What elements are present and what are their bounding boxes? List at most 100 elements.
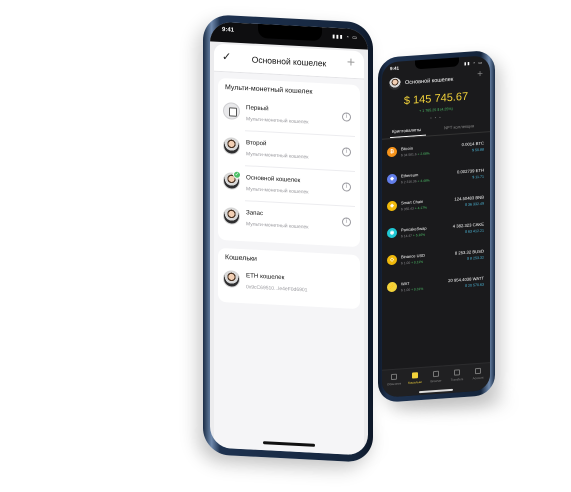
checkmark-badge-icon: ✓ [233,170,241,179]
asset-usd-value: $ 36 332.49 [465,201,484,207]
wallet-type: Мульти-монетный кошелек [246,186,309,196]
notch [415,57,459,70]
wallet-icon [412,372,418,379]
asset-change: + 0.11% [411,259,424,265]
asset-price-value: $ 1.00 [401,287,411,293]
coin-icon: ◈ [387,200,397,212]
coin-icon: ₿ [387,146,397,158]
nav-label: Browser [430,378,442,384]
account-icon [475,367,481,375]
status-icons: ▮▮ ◔ ▭ [464,59,483,66]
asset-name: PancakeSwap [401,225,427,233]
avatar [223,270,240,288]
nav-browser[interactable]: Browser [426,370,446,383]
avatar [223,137,240,155]
tab-nft[interactable]: NFT коллекция [444,123,474,130]
asset-name: Ethereum [401,172,419,179]
document-icon [223,102,240,120]
home-indicator [419,388,453,394]
wallet-row[interactable]: Запас Мульти-монетный кошелек i [223,201,355,242]
tab-crypto[interactable]: Криптовалюты [392,127,421,134]
wallet-row-active[interactable]: ✓ Основной кошелек Мульти-монетный кошел… [223,166,355,207]
asset-amount: 4 382.323 CAKE [452,221,484,229]
info-icon[interactable]: i [342,147,351,157]
plus-icon[interactable]: + [477,69,483,80]
info-icon[interactable]: i [342,182,351,192]
wallet-name: Основной кошелек [246,174,301,185]
asset-usd-value: $ 11.71 [472,174,484,180]
wallet-row[interactable]: ETH кошелек 0x9cC69510...le4eF0d6901 [223,264,355,305]
wallet-name: Запас [246,209,264,218]
asset-name: Bitcoin [401,145,414,152]
asset-price-value: $ 14.47 [401,233,412,239]
asset-change: + 4.48% [417,178,430,184]
nav-label: Кошельки [408,379,422,385]
wallet-type: Мульти-монетный кошелек [246,151,309,161]
info-icon[interactable]: i [342,112,351,122]
coin-icon: ◇ [387,254,397,266]
nav-account[interactable]: Account [468,367,488,380]
avatar[interactable] [389,77,401,91]
browser-icon [433,370,439,378]
status-time: 9:41 [222,26,235,34]
asset-price-value: $ 34 581.6 [401,152,417,158]
asset-change: + 0.31% [411,286,424,292]
status-icons: ▮▮▮ ◔ ▭ [332,33,358,42]
asset-usd-value: $ 50.88 [472,147,484,153]
asset-name: WAT [401,280,410,287]
asset-price-value: $ 2 316.36 [401,179,417,185]
coin-icon: ⚡ [387,281,397,293]
asset-price: $ 1.00 + 0.31% [401,287,423,293]
nav-label: Обменник [386,381,402,387]
asset-usd-value: $ 8 253.32 [467,255,484,261]
notch [258,23,322,42]
asset-price: $ 14.47 + 5.16% [401,233,425,239]
asset-change: + 2.68% [417,151,430,157]
wallet-row[interactable]: Первый Мульти-монетный кошелек i [223,96,355,137]
asset-amount: 0.002739 ETH [456,167,484,175]
wallet-address: 0x9cC69510...le4eF0d6901 [246,284,308,294]
transfer-icon [454,369,460,376]
asset-change: + 5.16% [412,232,426,238]
wallet-name: Второй [246,139,267,148]
asset-usd-value: $ 63 412.21 [465,228,484,234]
phone-dark-device: 9:41 ▮▮ ◔ ▭ Основной кошелек + $ 145 745… [378,49,495,403]
phone-light-device: 9:41 ▮▮▮ ◔ ▭ ✓ Основной кошелек + Мульти… [203,14,373,463]
asset-price: $ 34 581.6 + 2.68% [401,151,430,157]
asset-change: + 4.17% [414,205,427,211]
wallet-row[interactable]: Второй Мульти-монетный кошелек i [223,131,355,172]
coin-icon: ◉ [387,227,397,239]
info-icon[interactable]: i [342,217,351,227]
asset-amount: 8 253.32 BUSD [454,248,484,256]
asset-row[interactable]: ◈ Smart Chain $ 355.43 + 4.17% 124.50483 BN… [387,192,485,223]
sheet-header: ✓ Основной кошелек + [214,43,364,80]
multi-wallet-card: Мульти-монетный кошелек Первый Мульти-мо… [218,77,360,248]
section-title: Мульти-монетный кошелек [225,84,313,96]
plus-icon[interactable]: + [347,54,355,70]
asset-amount: 0.0014 BTC [461,140,484,148]
sheet-title: Основной кошелек [251,54,327,69]
asset-name: Smart Chain [401,198,424,206]
asset-row[interactable]: ₿ Bitcoin $ 34 581.6 + 2.68% 0.0014 BTC $ 50… [387,138,485,169]
nav-exchange[interactable]: Обменник [384,373,404,386]
phone-dark-screen: 9:41 ▮▮ ◔ ▭ Основной кошелек + $ 145 745… [382,55,490,398]
coin-icon: ◆ [387,173,397,185]
asset-price-value: $ 1.00 [401,260,411,266]
asset-amount: 124.50483 BNB [454,194,484,202]
asset-price-value: $ 355.43 [401,206,414,212]
nav-wallets[interactable]: Кошельки [405,372,425,385]
nav-transfers[interactable]: Transfers [447,369,467,382]
asset-row[interactable]: ⚡ WAT $ 1.00 + 0.31% 20 954.4038 WATT $ 20 5… [387,273,485,304]
asset-row[interactable]: ◇ Binance USD $ 1.00 + 0.11% 8 253.32 BUSD $… [387,246,485,277]
asset-usd-value: $ 20 570.63 [465,282,484,288]
wallet-title[interactable]: Основной кошелек [405,77,453,86]
nav-label: Account [472,375,484,381]
wallet-type: Мульти-монетный кошелек [246,116,309,126]
wallet-name: Первый [246,104,269,113]
asset-row[interactable]: ◆ Ethereum $ 2 316.36 + 4.48% 0.002739 ETH $… [387,165,485,196]
asset-price: $ 355.43 + 4.17% [401,206,427,212]
wallets-card: Кошельки ETH кошелек 0x9cC69510...le4eF0… [218,247,360,310]
section-title: Кошельки [225,254,257,263]
asset-row[interactable]: ◉ PancakeSwap $ 14.47 + 5.16% 4 382.323 CAK… [387,219,485,250]
asset-price: $ 2 316.36 + 4.48% [401,178,430,184]
